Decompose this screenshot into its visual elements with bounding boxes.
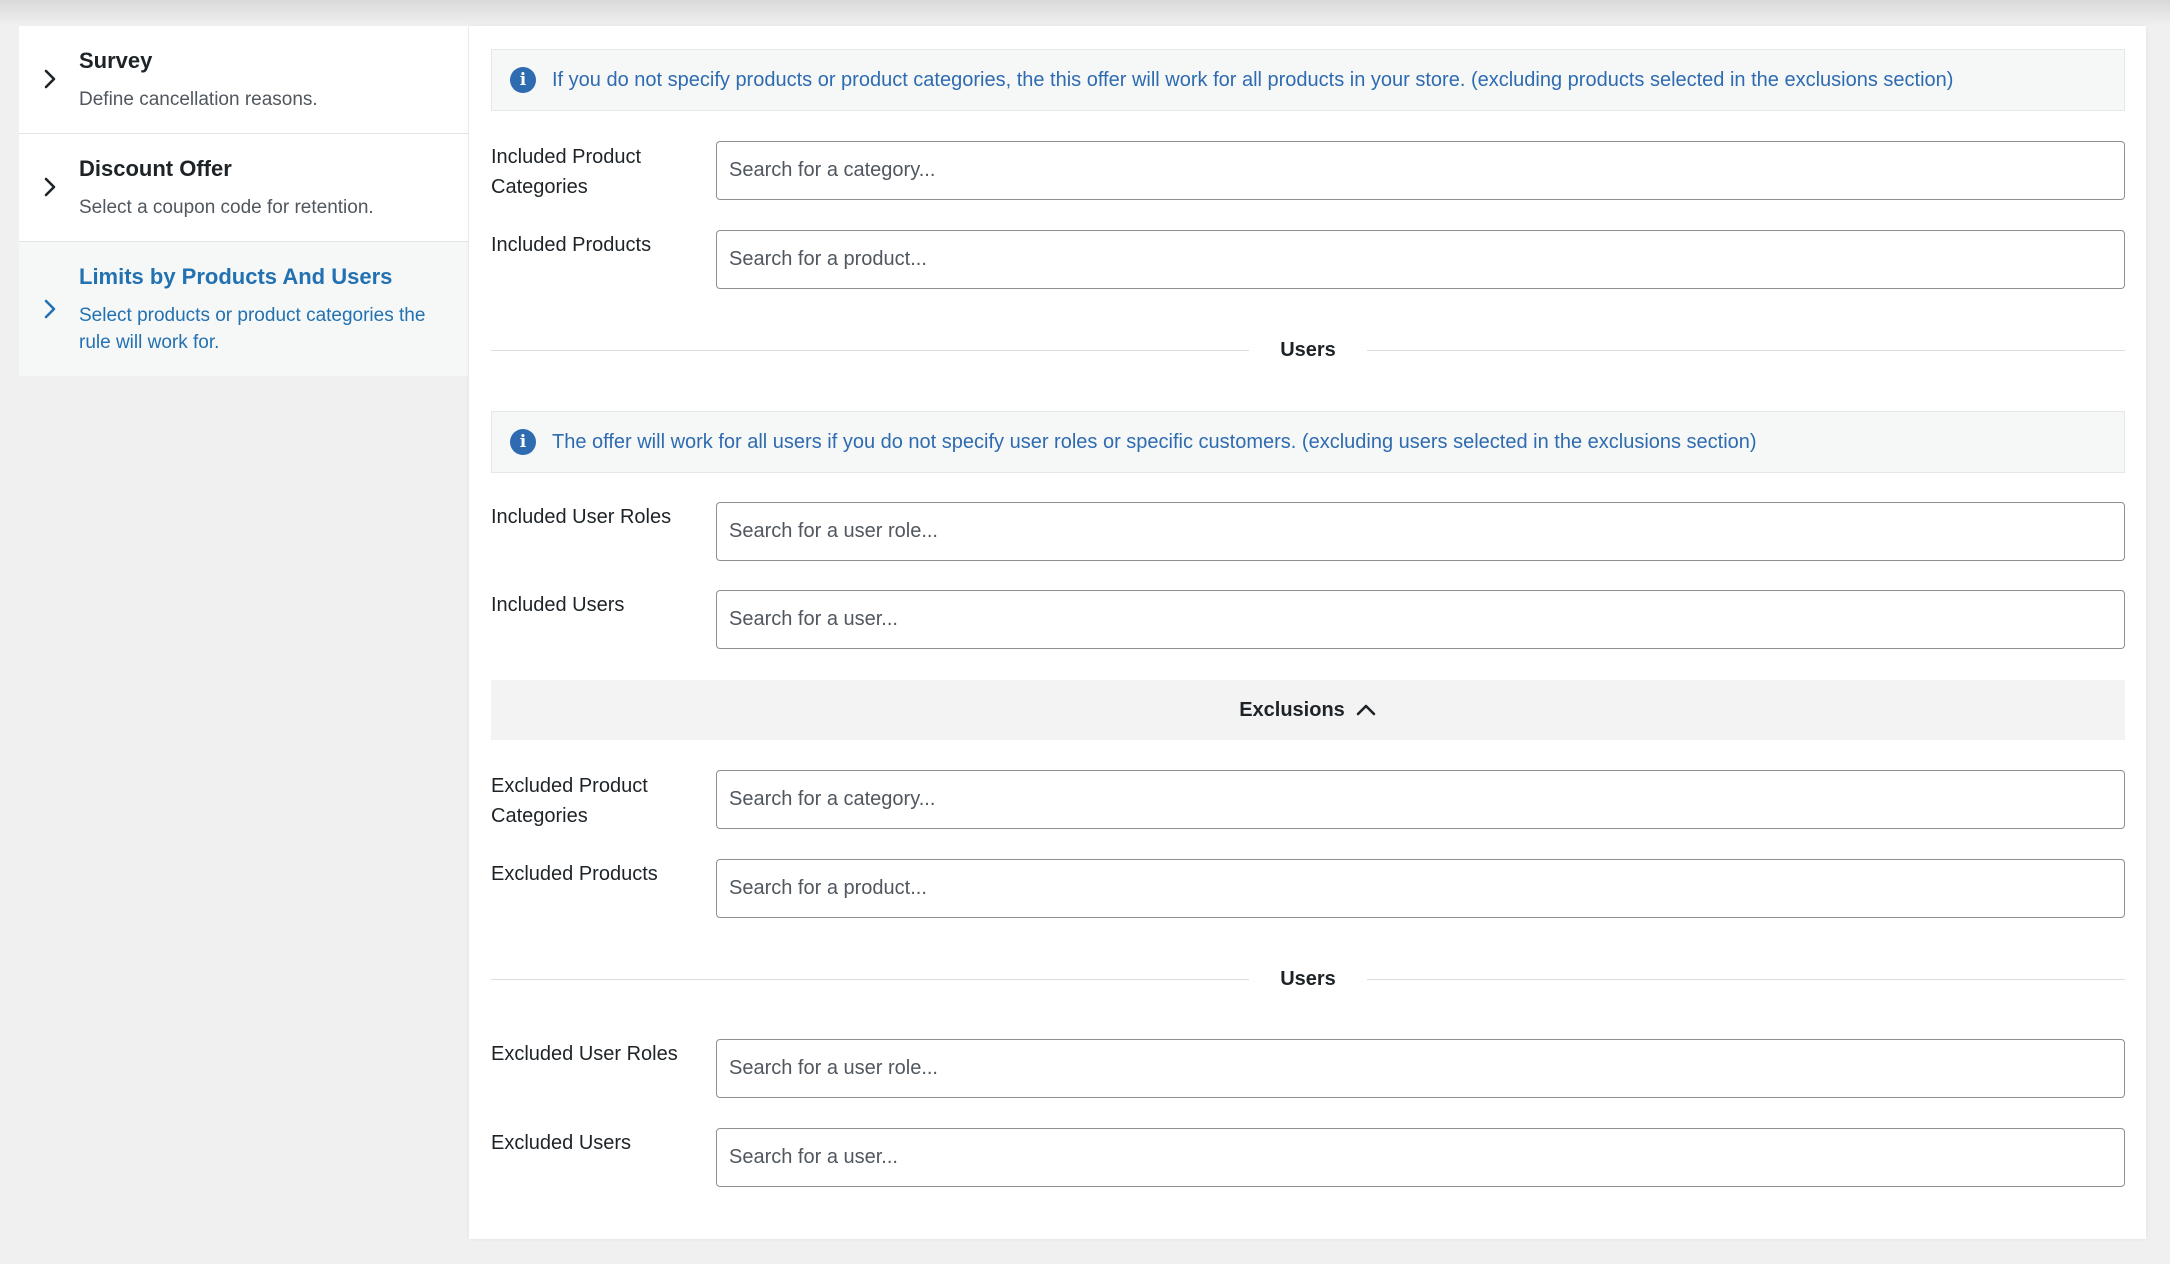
- excluded-categories-label: Excluded Product Categories: [491, 775, 648, 827]
- excluded-user-roles-label: Excluded User Roles: [491, 1043, 678, 1065]
- included-users-label: Included Users: [491, 594, 625, 616]
- divider-line: [1367, 350, 2125, 351]
- included-products-input[interactable]: [716, 230, 2125, 289]
- excluded-products-input[interactable]: [716, 859, 2125, 918]
- settings-sidebar: Survey Define cancellation reasons. Disc…: [19, 26, 468, 376]
- sidebar-item-title: Limits by Products And Users: [79, 264, 393, 289]
- excluded-categories-input[interactable]: [716, 770, 2125, 829]
- notice-text: If you do not specify products or produc…: [552, 68, 1954, 91]
- divider-line: [491, 350, 1249, 351]
- top-shadow: [0, 0, 2170, 26]
- sidebar-item-discount-offer[interactable]: Discount Offer Select a coupon code for …: [19, 134, 468, 242]
- excluded-users-label: Excluded Users: [491, 1132, 632, 1154]
- exclusions-toggle[interactable]: Exclusions: [491, 680, 2125, 740]
- chevron-up-icon: [1355, 699, 1377, 721]
- users-divider: Users: [491, 335, 2125, 365]
- chevron-right-icon: [39, 68, 61, 90]
- sidebar-item-description: Select a coupon code for retention.: [79, 197, 374, 218]
- included-categories-input[interactable]: [716, 141, 2125, 200]
- sidebar-item-title: Discount Offer: [79, 156, 232, 181]
- sidebar-item-title: Survey: [79, 48, 153, 73]
- included-categories-label: Included Product Categories: [491, 146, 642, 198]
- excluded-user-roles-input[interactable]: [716, 1039, 2125, 1098]
- excluded-users-input[interactable]: [716, 1128, 2125, 1187]
- included-users-input[interactable]: [716, 590, 2125, 649]
- included-user-roles-label: Included User Roles: [491, 506, 672, 528]
- exclusions-label: Exclusions: [1239, 698, 1345, 721]
- users-info-notice: i The offer will work for all users if y…: [491, 411, 2125, 473]
- divider-line: [1367, 979, 2125, 980]
- sidebar-item-limits[interactable]: Limits by Products And Users Select prod…: [19, 242, 468, 376]
- excluded-users-divider: Users: [491, 964, 2125, 994]
- divider-line: [491, 979, 1249, 980]
- limits-panel: i If you do not specify products or prod…: [469, 26, 2146, 1239]
- chevron-right-icon: [39, 176, 61, 198]
- users-divider-label: Users: [1280, 339, 1336, 361]
- products-info-notice: i If you do not specify products or prod…: [491, 49, 2125, 111]
- excluded-products-label: Excluded Products: [491, 863, 658, 885]
- sidebar-item-description: Define cancellation reasons.: [79, 89, 318, 110]
- notice-text: The offer will work for all users if you…: [552, 430, 1757, 453]
- info-icon: i: [510, 67, 536, 93]
- users-divider-label: Users: [1280, 968, 1336, 990]
- chevron-right-icon: [39, 298, 61, 320]
- info-icon: i: [510, 429, 536, 455]
- sidebar-item-survey[interactable]: Survey Define cancellation reasons.: [19, 26, 468, 134]
- included-products-label: Included Products: [491, 234, 652, 256]
- included-user-roles-input[interactable]: [716, 502, 2125, 561]
- sidebar-item-description: Select products or product categories th…: [79, 305, 426, 353]
